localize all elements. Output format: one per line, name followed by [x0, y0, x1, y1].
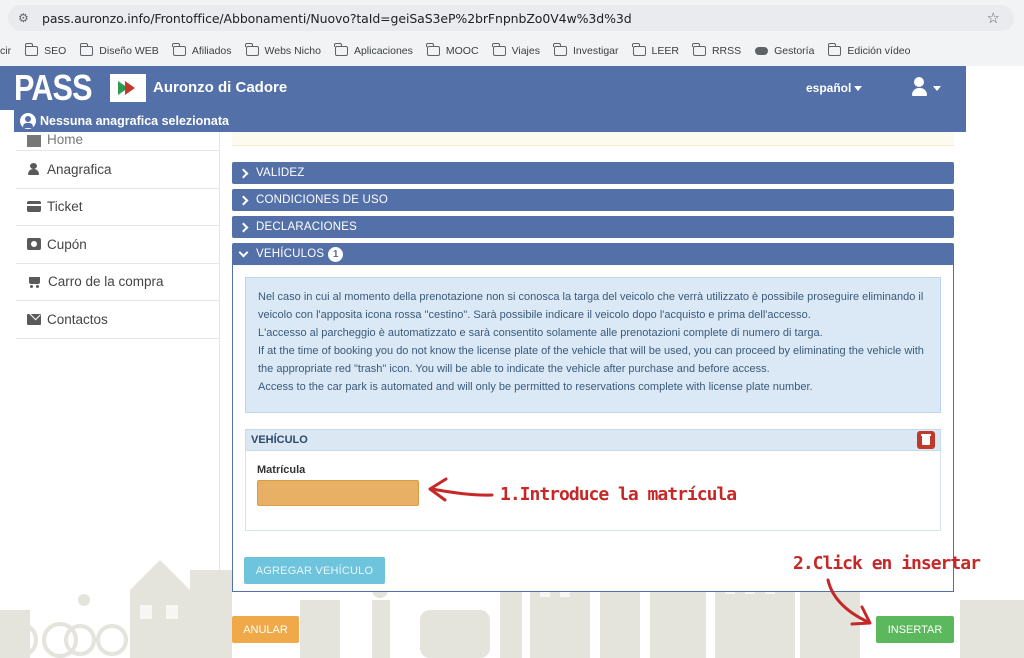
envelope-icon — [27, 313, 41, 325]
folder-icon — [334, 43, 348, 56]
sidebar-item-contactos[interactable]: Contactos — [16, 301, 219, 339]
chevron-right-icon — [238, 195, 249, 205]
credit-card-icon — [27, 201, 41, 213]
person-icon — [27, 163, 41, 176]
user-icon — [914, 77, 924, 87]
vehicle-card-header: VEHÍCULO — [245, 429, 941, 451]
folder-icon — [79, 43, 94, 56]
chevron-down-icon — [238, 247, 249, 257]
sidebar: Home Anagrafica Ticket Cupón Carro de la… — [16, 114, 219, 339]
plate-input[interactable] — [257, 480, 419, 506]
user-menu[interactable] — [912, 77, 944, 99]
bookmark-folder[interactable]: SEO — [24, 43, 66, 57]
url-text: pass.auronzo.info/Frontoffice/Abbonament… — [42, 10, 632, 26]
bookmark-folder[interactable]: Afiliados — [172, 43, 232, 57]
folder-icon — [692, 43, 706, 56]
caret-down-icon — [854, 86, 863, 92]
sidebar-item-cart[interactable]: Carro de la compra — [16, 264, 219, 301]
bookmark-folder[interactable]: Diseño WEB — [79, 43, 159, 57]
plate-label: Matrícula — [257, 464, 306, 476]
bookmark-folder[interactable]: RRSS — [692, 43, 741, 57]
annotation-step-1: 1.Introduce la matrícula — [500, 484, 737, 505]
bookmark-folder[interactable]: Aplicaciones — [334, 43, 413, 57]
anagrafica-banner[interactable]: Nessuna anagrafica selezionata — [14, 110, 966, 132]
sidebar-item-anagrafica[interactable]: Anagrafica — [16, 151, 219, 189]
sidebar-item-cupon[interactable]: Cupón — [16, 226, 219, 264]
info-paragraph-it-2: L'accesso al parcheggio è automatizzato … — [258, 327, 823, 339]
cart-icon — [27, 276, 42, 288]
insert-button[interactable]: INSERTAR — [876, 616, 954, 643]
browser-address-bar: ⚙ pass.auronzo.info/Frontoffice/Abboname… — [0, 0, 1024, 36]
play-icon — [110, 74, 146, 102]
annotation-step-2: 2.Click en insertar — [793, 553, 981, 574]
folder-icon — [492, 43, 506, 56]
bookmark-folder[interactable]: Investigar — [553, 43, 619, 57]
cancel-button[interactable]: ANULAR — [232, 616, 299, 643]
caret-down-icon — [933, 86, 941, 91]
chevron-right-icon — [238, 168, 249, 178]
info-notice: Nel caso in cui al momento della prenota… — [245, 277, 941, 413]
sidebar-item-ticket[interactable]: Ticket — [16, 189, 219, 226]
money-icon — [27, 238, 41, 251]
logo-text: PASS — [14, 67, 93, 108]
cloud-icon — [755, 47, 769, 55]
bookmark-folder[interactable]: Edición vídeo — [827, 43, 910, 57]
bookmark-folder[interactable]: MOOC — [426, 43, 479, 57]
ipass-logo[interactable]: PASS — [14, 70, 146, 106]
folder-icon — [172, 43, 186, 56]
bookmark-folder[interactable]: Webs Nicho — [245, 43, 321, 57]
user-circle-icon — [20, 113, 36, 129]
info-paragraph-en-1: If at the time of booking you do not kno… — [258, 345, 924, 375]
bookmark-item[interactable]: Gestoría — [755, 45, 814, 57]
language-selector[interactable]: español — [806, 81, 863, 95]
url-field[interactable]: ⚙ pass.auronzo.info/Frontoffice/Abboname… — [8, 5, 1014, 31]
folder-icon — [24, 43, 39, 56]
folder-icon — [553, 43, 567, 56]
accordion-validez[interactable]: VALIDEZ — [232, 162, 954, 184]
bookmark-star-icon[interactable]: ☆ — [987, 9, 1000, 27]
info-paragraph-it-1: Nel caso in cui al momento della prenota… — [258, 291, 924, 321]
bookmark-folder[interactable]: LEER — [632, 43, 679, 57]
chevron-right-icon — [238, 222, 249, 232]
accordion-declaraciones[interactable]: DECLARACIONES — [232, 216, 954, 238]
site-settings-icon[interactable]: ⚙ — [18, 11, 32, 25]
home-icon — [27, 135, 41, 147]
vehicle-count-badge: 1 — [328, 246, 344, 262]
bookmarks-bar: cir SEO Diseño WEB Afiliados Webs Nicho … — [0, 36, 1024, 66]
bookmark-folder[interactable]: Viajes — [492, 43, 540, 57]
add-vehicle-button[interactable]: AGREGAR VEHÍCULO — [244, 557, 385, 584]
notice-strip — [232, 132, 954, 146]
trash-icon[interactable] — [917, 431, 935, 449]
accordion-condiciones[interactable]: CONDICIONES DE USO — [232, 189, 954, 211]
accordion-vehiculos[interactable]: VEHÍCULOS 1 — [232, 243, 954, 265]
folder-icon — [827, 43, 842, 56]
folder-icon — [245, 43, 259, 56]
bookmark-item[interactable]: cir — [0, 45, 11, 57]
folder-icon — [632, 43, 646, 56]
site-name: Auronzo di Cadore — [153, 79, 288, 96]
folder-icon — [426, 43, 440, 56]
info-paragraph-en-2: Access to the car park is automated and … — [258, 381, 813, 393]
